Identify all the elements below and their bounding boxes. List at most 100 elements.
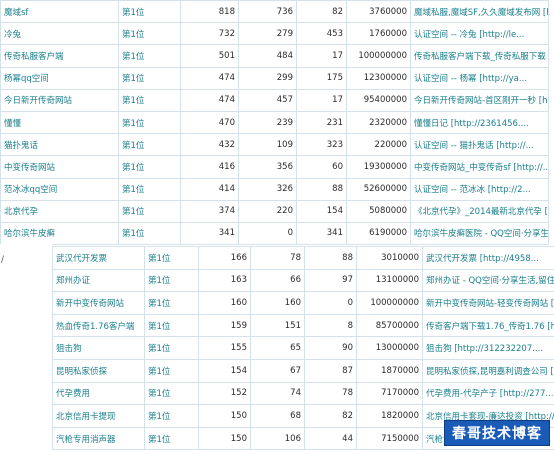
- title-cell[interactable]: 《北京代孕》_2014最新北京代孕 [htt...: [411, 200, 549, 222]
- count-cell: 457: [239, 89, 297, 111]
- count-cell: 65: [251, 337, 305, 360]
- keyword-cell[interactable]: 汽枪专用消声器: [53, 427, 145, 450]
- index-cell: 7170000: [357, 382, 423, 405]
- keyword-cell[interactable]: 杨幂qq空间: [1, 67, 119, 89]
- rank-cell: 第1位: [119, 178, 181, 200]
- title-cell[interactable]: 新开中变传奇网站-轻变传奇网站 [http...: [423, 292, 554, 315]
- table-row: 武汉代开发票第1位16678883010000武汉代开发票 [http://49…: [53, 247, 554, 270]
- keyword-cell[interactable]: 范冰冰qq空间: [1, 178, 119, 200]
- rank-cell: 第1位: [145, 382, 199, 405]
- count-cell: 154: [297, 200, 347, 222]
- count-cell: 414: [181, 178, 239, 200]
- title-cell[interactable]: 传奇私服客户端下载_传奇私服下载 [htt...: [411, 45, 549, 67]
- keyword-cell[interactable]: 魔域sf: [1, 1, 119, 23]
- count-cell: 90: [305, 337, 357, 360]
- keyword-cell[interactable]: 冷兔: [1, 23, 119, 45]
- keyword-cell[interactable]: 北京代孕: [1, 200, 119, 222]
- count-cell: 323: [297, 134, 347, 156]
- count-cell: 470: [181, 111, 239, 133]
- count-cell: 299: [239, 67, 297, 89]
- title-cell[interactable]: 中变传奇网站_中变传奇sf [http://...: [411, 156, 549, 178]
- index-cell: 19300000: [347, 156, 411, 178]
- keyword-cell[interactable]: 郑州办证: [53, 269, 145, 292]
- table-row: 猫扑鬼话第1位432109323220000认证空间 -- 猫扑鬼话 [http…: [1, 134, 549, 156]
- title-cell[interactable]: 懂懂日记 [http://2361456....: [411, 111, 549, 133]
- keyword-cell[interactable]: 今日新开传奇网站: [1, 89, 119, 111]
- index-cell: 3010000: [357, 247, 423, 270]
- count-cell: 279: [239, 23, 297, 45]
- count-cell: 151: [251, 314, 305, 337]
- count-cell: 82: [297, 1, 347, 23]
- count-cell: 66: [251, 269, 305, 292]
- table-row: 新开中变传奇网站第1位1601600100000000新开中变传奇网站-轻变传奇…: [53, 292, 554, 315]
- rank-cell: 第1位: [145, 359, 199, 382]
- rank-cell: 第1位: [119, 67, 181, 89]
- keyword-cell[interactable]: 代孕费用: [53, 382, 145, 405]
- count-cell: 736: [239, 1, 297, 23]
- keyword-cell[interactable]: 武汉代开发票: [53, 247, 145, 270]
- count-cell: 150: [199, 405, 251, 428]
- count-cell: 74: [251, 382, 305, 405]
- count-cell: 152: [199, 382, 251, 405]
- index-cell: 2320000: [347, 111, 411, 133]
- title-cell[interactable]: 今日新开传奇网站-首区刚开一秒 [http...: [411, 89, 549, 111]
- keyword-cell[interactable]: 北京信用卡提现: [53, 405, 145, 428]
- table-row: 魔域sf第1位818736823760000魔域私服,魔域SF,久久魔域发布网 …: [1, 1, 549, 23]
- index-cell: 85700000: [357, 314, 423, 337]
- keyword-cell[interactable]: 懂懂: [1, 111, 119, 133]
- count-cell: 220: [239, 200, 297, 222]
- rank-cell: 第1位: [145, 405, 199, 428]
- count-cell: 160: [199, 292, 251, 315]
- keyword-cell[interactable]: 昆明私家侦探: [53, 359, 145, 382]
- title-cell[interactable]: 认证空间 -- 杨幂 [http://ya...: [411, 67, 549, 89]
- table-row: 杨幂qq空间第1位47429917512300000认证空间 -- 杨幂 [ht…: [1, 67, 549, 89]
- title-cell[interactable]: 狙击狗 [http://312232207....: [423, 337, 554, 360]
- edge-mark: /: [1, 255, 4, 265]
- index-cell: 7150000: [357, 427, 423, 450]
- title-cell[interactable]: 传奇客户端下载1.76_传奇1.76 [h...: [423, 314, 554, 337]
- count-cell: 0: [305, 292, 357, 315]
- count-cell: 155: [199, 337, 251, 360]
- index-cell: 1870000: [357, 359, 423, 382]
- title-cell[interactable]: 哈尔滨牛皮癣医院 - QQ空间·分享生活,...: [411, 222, 549, 244]
- count-cell: 78: [305, 382, 357, 405]
- rank-cell: 第1位: [119, 134, 181, 156]
- count-cell: 239: [239, 111, 297, 133]
- count-cell: 60: [297, 156, 347, 178]
- keyword-cell[interactable]: 热血传奇1.76客户端: [53, 314, 145, 337]
- title-cell[interactable]: 魔域私服,魔域SF,久久魔域发布网 [htt...: [411, 1, 549, 23]
- rank-cell: 第1位: [145, 292, 199, 315]
- title-cell[interactable]: 昆明私家侦探,昆明嘉利调查公司 [http...: [423, 359, 554, 382]
- count-cell: 175: [297, 67, 347, 89]
- title-cell[interactable]: 认证空间 -- 范冰冰 [http://2...: [411, 178, 549, 200]
- count-cell: 484: [239, 45, 297, 67]
- count-cell: 501: [181, 45, 239, 67]
- index-cell: 52600000: [347, 178, 411, 200]
- rank-cell: 第1位: [145, 427, 199, 450]
- count-cell: 326: [239, 178, 297, 200]
- index-cell: 1760000: [347, 23, 411, 45]
- title-cell[interactable]: 认证空间 -- 冷兔 [http://le...: [411, 23, 549, 45]
- count-cell: 88: [297, 178, 347, 200]
- keyword-cell[interactable]: 猫扑鬼话: [1, 134, 119, 156]
- count-cell: 732: [181, 23, 239, 45]
- keyword-cell[interactable]: 传奇私服客户端: [1, 45, 119, 67]
- title-cell[interactable]: 认证空间 -- 猫扑鬼话 [http://...: [411, 134, 549, 156]
- keyword-cell[interactable]: 中变传奇网站: [1, 156, 119, 178]
- keyword-cell[interactable]: 哈尔滨牛皮癣: [1, 222, 119, 244]
- title-cell[interactable]: 郑州办证 - QQ空间·分享生活,留住感动...: [423, 269, 554, 292]
- rank-cell: 第1位: [145, 269, 199, 292]
- table-row: 哈尔滨牛皮癣第1位34103416190000哈尔滨牛皮癣医院 - QQ空间·分…: [1, 222, 549, 244]
- keyword-cell[interactable]: 新开中变传奇网站: [53, 292, 145, 315]
- index-cell: 13100000: [357, 269, 423, 292]
- count-cell: 87: [305, 359, 357, 382]
- title-cell[interactable]: 代孕费用-代孕产子 [http://277...: [423, 382, 554, 405]
- table-row: 范冰冰qq空间第1位4143268852600000认证空间 -- 范冰冰 [h…: [1, 178, 549, 200]
- rank-cell: 第1位: [119, 45, 181, 67]
- index-cell: 1820000: [357, 405, 423, 428]
- blog-watermark: 春哥技术博客: [444, 420, 550, 446]
- keyword-cell[interactable]: 狙击狗: [53, 337, 145, 360]
- title-cell[interactable]: 武汉代开发票 [http://4958...: [423, 247, 554, 270]
- count-cell: 416: [181, 156, 239, 178]
- table-row: 传奇私服客户端第1位50148417100000000传奇私服客户端下载_传奇私…: [1, 45, 549, 67]
